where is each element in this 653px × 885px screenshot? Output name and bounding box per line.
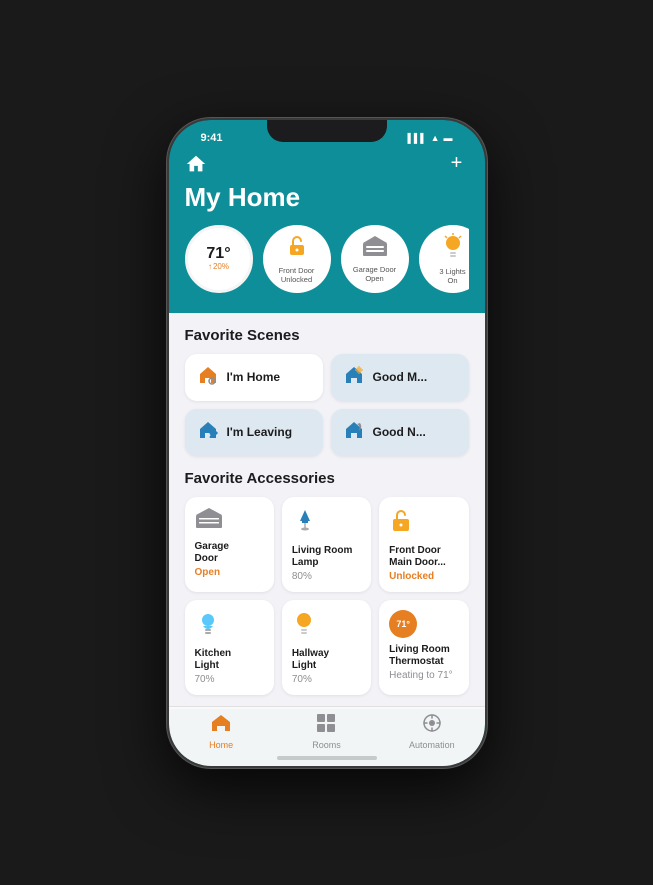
hallway-light-tile[interactable]: HallwayLight 70% [282,600,371,695]
temp-sub: ↑ 20% [208,262,229,271]
good-night-scene[interactable]: Good N... [331,409,469,456]
hallway-light-name: HallwayLight [292,648,361,672]
lights-circle[interactable]: 3 LightsOn [419,225,469,293]
night-scene-icon [343,419,365,446]
hallway-light-status: 70% [292,674,361,685]
thermostat-status: Heating to 71° [389,670,458,681]
home-scene-icon [197,364,219,391]
rooms-tab-label: Rooms [312,740,341,750]
status-icons: ▌▌▌ ▲ ▬ [407,133,452,143]
thermostat-name: Living RoomThermostat [389,644,458,668]
kitchen-light-name: KitchenLight [195,648,264,672]
home-tab-icon [210,713,232,738]
garage-tile-icon [195,507,264,535]
teal-section: 9:41 ▌▌▌ ▲ ▬ + My Home 71° [169,120,485,313]
good-morning-scene[interactable]: Good M... [331,354,469,401]
automation-tab-icon [422,713,442,738]
im-leaving-label: I'm Leaving [227,425,293,439]
up-arrow-icon: ↑ [208,262,212,271]
rooms-tab-icon [316,713,336,738]
tab-automation[interactable]: Automation [379,713,484,750]
garage-door-label: Garage DoorOpen [349,265,400,283]
thermostat-circle: 71° [389,610,417,638]
favorite-accessories-title: Favorite Accessories [185,470,469,487]
front-door-main-status: Unlocked [389,571,458,582]
living-lamp-status: 80% [292,571,361,582]
im-home-scene[interactable]: I'm Home [185,354,323,401]
leaving-scene-icon [197,419,219,446]
status-time: 9:41 [201,132,223,144]
unlock-icon [285,234,309,264]
temp-humidity: 20% [213,262,229,271]
tab-rooms[interactable]: Rooms [274,713,379,750]
home-tab-label: Home [209,740,233,750]
kitchen-tile-icon [195,610,264,642]
scenes-grid: I'm Home Good M... [185,354,469,456]
lamp-tile-icon [292,507,361,539]
wifi-icon: ▲ [431,133,440,143]
garage-door-status: Open [195,567,264,578]
accessories-scroll: 71° ↑ 20% Front DoorUnl [185,225,469,297]
lights-label: 3 LightsOn [435,267,468,285]
im-leaving-scene[interactable]: I'm Leaving [185,409,323,456]
garage-door-circle[interactable]: Garage DoorOpen [341,225,409,293]
side-button [485,240,487,290]
garage-icon [362,235,388,263]
kitchen-light-tile[interactable]: KitchenLight 70% [185,600,274,695]
home-indicator [277,756,377,760]
temp-circle[interactable]: 71° ↑ 20% [185,225,253,293]
tab-home[interactable]: Home [169,713,274,750]
page-title: My Home [185,182,469,213]
bulb-icon [441,233,465,265]
favorite-scenes-title: Favorite Scenes [185,327,469,344]
battery-icon: ▬ [444,133,453,143]
signal-icon: ▌▌▌ [407,133,426,143]
thermostat-tile[interactable]: 71° Living RoomThermostat Heating to 71° [379,600,468,695]
front-door-main-tile[interactable]: Front DoorMain Door... Unlocked [379,497,468,592]
kitchen-light-status: 70% [195,674,264,685]
phone-screen: 9:41 ▌▌▌ ▲ ▬ + My Home 71° [169,120,485,766]
front-door-main-name: Front DoorMain Door... [389,545,458,569]
front-door-circle[interactable]: Front DoorUnlocked [263,225,331,293]
white-section: Favorite Scenes I'm Home [169,313,485,709]
temp-value: 71° [206,246,230,262]
morning-scene-icon [343,364,365,391]
garage-door-name: GarageDoor [195,541,264,565]
hallway-tile-icon [292,610,361,642]
home-nav-icon[interactable] [185,153,207,175]
im-home-label: I'm Home [227,370,281,384]
notch [267,120,387,142]
add-button[interactable]: + [445,152,469,176]
automation-tab-label: Automation [409,740,455,750]
front-door-label: Front DoorUnlocked [275,266,319,284]
accessories-grid: GarageDoor Open Living RoomLamp 80 [185,497,469,695]
phone-frame: 9:41 ▌▌▌ ▲ ▬ + My Home 71° [167,118,487,768]
front-door-tile-icon [389,507,458,539]
garage-door-tile[interactable]: GarageDoor Open [185,497,274,592]
living-lamp-name: Living RoomLamp [292,545,361,569]
good-morning-label: Good M... [373,370,428,384]
top-nav: + [185,148,469,182]
good-night-label: Good N... [373,425,426,439]
living-lamp-tile[interactable]: Living RoomLamp 80% [282,497,371,592]
